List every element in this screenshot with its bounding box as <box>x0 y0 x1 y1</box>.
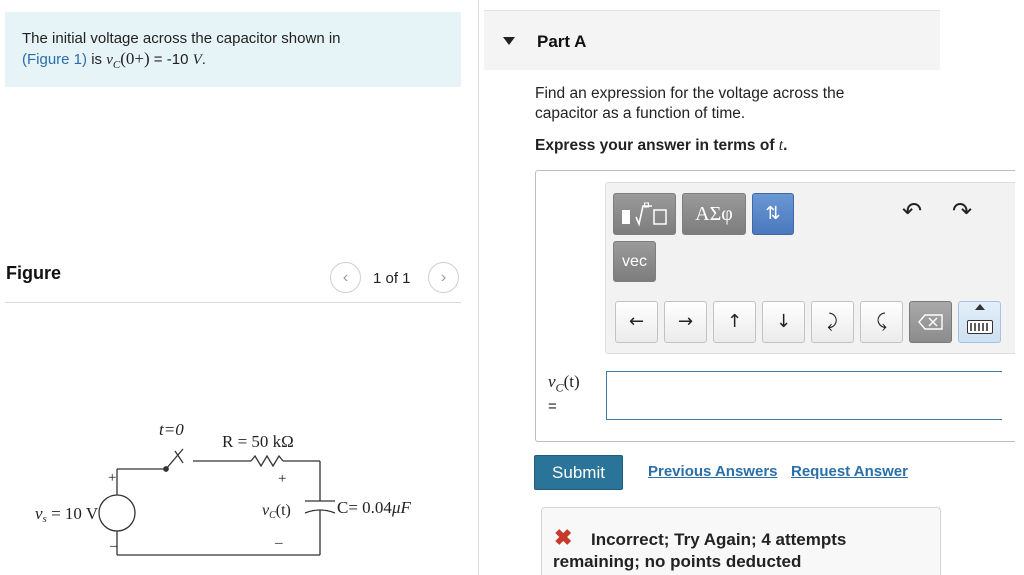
vector-button[interactable]: vec <box>613 241 656 282</box>
fraction-sqrt-template-icon <box>621 202 667 227</box>
feedback-box: ✖ Incorrect; Try Again; 4 attempts remai… <box>541 507 941 575</box>
intro-text: The initial voltage across the capacitor… <box>22 30 341 47</box>
intro-period: . <box>201 51 206 68</box>
problem-intro: The initial voltage across the capacitor… <box>5 12 461 87</box>
answer-variable-label: vC(t) <box>548 372 580 395</box>
backspace-button[interactable] <box>909 301 952 343</box>
question-text: Find an expression for the voltage acros… <box>535 85 845 122</box>
cursor-right-button[interactable]: → <box>664 301 707 343</box>
cap-voltage-label: vC(t) <box>262 502 291 521</box>
arrows-button[interactable]: ⇅ <box>752 193 794 235</box>
request-answer-link[interactable]: Request Answer <box>791 463 908 480</box>
intro-unit: V <box>192 52 202 68</box>
next-figure-button[interactable]: › <box>428 262 459 293</box>
cap-plus: + <box>278 471 286 487</box>
templates-button[interactable] <box>613 193 676 235</box>
exit-template-button[interactable]: ⤹ <box>860 301 903 343</box>
intro-is: is <box>87 51 107 68</box>
caret-down-icon <box>503 37 515 45</box>
cursor-down-button[interactable]: ↓ <box>762 301 805 343</box>
previous-figure-button[interactable]: ‹ <box>330 262 361 293</box>
circuit-wires <box>98 448 336 556</box>
intro-vc-arg: (0+) <box>120 49 150 68</box>
cap-minus: – <box>274 535 283 551</box>
column-divider <box>478 0 479 575</box>
figure-link[interactable]: (Figure 1) <box>22 51 87 68</box>
enter-template-button[interactable]: ⤸ <box>811 301 854 343</box>
part-title: Part A <box>537 32 587 51</box>
voltage-source-symbol <box>98 494 136 532</box>
resistor-label: R = 50 kΩ <box>222 432 294 451</box>
previous-answers-link[interactable]: Previous Answers <box>648 463 778 480</box>
intro-vc-symbol: v <box>106 52 113 68</box>
backspace-icon <box>917 314 943 330</box>
rc-circuit-diagram: t=0 R = 50 kΩ + – vs = 10 V + – vC(t) C=… <box>35 420 411 556</box>
figure-pagination: 1 of 1 <box>373 270 411 287</box>
feedback-text: Incorrect; Try Again; 4 attempts remaini… <box>553 530 847 571</box>
answer-instructions: Express your answer in terms of t. <box>535 137 788 154</box>
redo-button[interactable]: ↷ <box>948 198 976 226</box>
switch-label: t=0 <box>159 420 184 439</box>
figure-title: Figure <box>6 263 62 283</box>
cursor-left-button[interactable]: ← <box>615 301 658 343</box>
source-plus: + <box>108 470 116 486</box>
resistor-symbol <box>250 454 284 468</box>
greek-symbols-button[interactable]: ΑΣφ <box>682 193 746 235</box>
source-minus: – <box>109 538 118 554</box>
redo-icon: ↷ <box>951 198 973 225</box>
capacitor-label: C= 0.04μF <box>337 498 411 517</box>
chevron-right-icon: › <box>440 269 447 286</box>
answer-equals: = <box>548 398 557 415</box>
submit-button[interactable]: Submit <box>534 455 623 490</box>
keyboard-button[interactable] <box>958 301 1001 343</box>
figure-header: Figure ‹ 1 of 1 › <box>5 255 461 303</box>
cursor-up-button[interactable]: ↑ <box>713 301 756 343</box>
part-a-header[interactable]: Part A <box>484 10 940 70</box>
intro-value: = -10 <box>149 51 193 68</box>
answer-input[interactable] <box>606 371 1002 420</box>
source-label: vs = 10 V <box>35 504 99 525</box>
chevron-left-icon: ‹ <box>342 269 349 286</box>
undo-icon: ↶ <box>901 198 923 225</box>
undo-button[interactable]: ↶ <box>898 198 926 226</box>
